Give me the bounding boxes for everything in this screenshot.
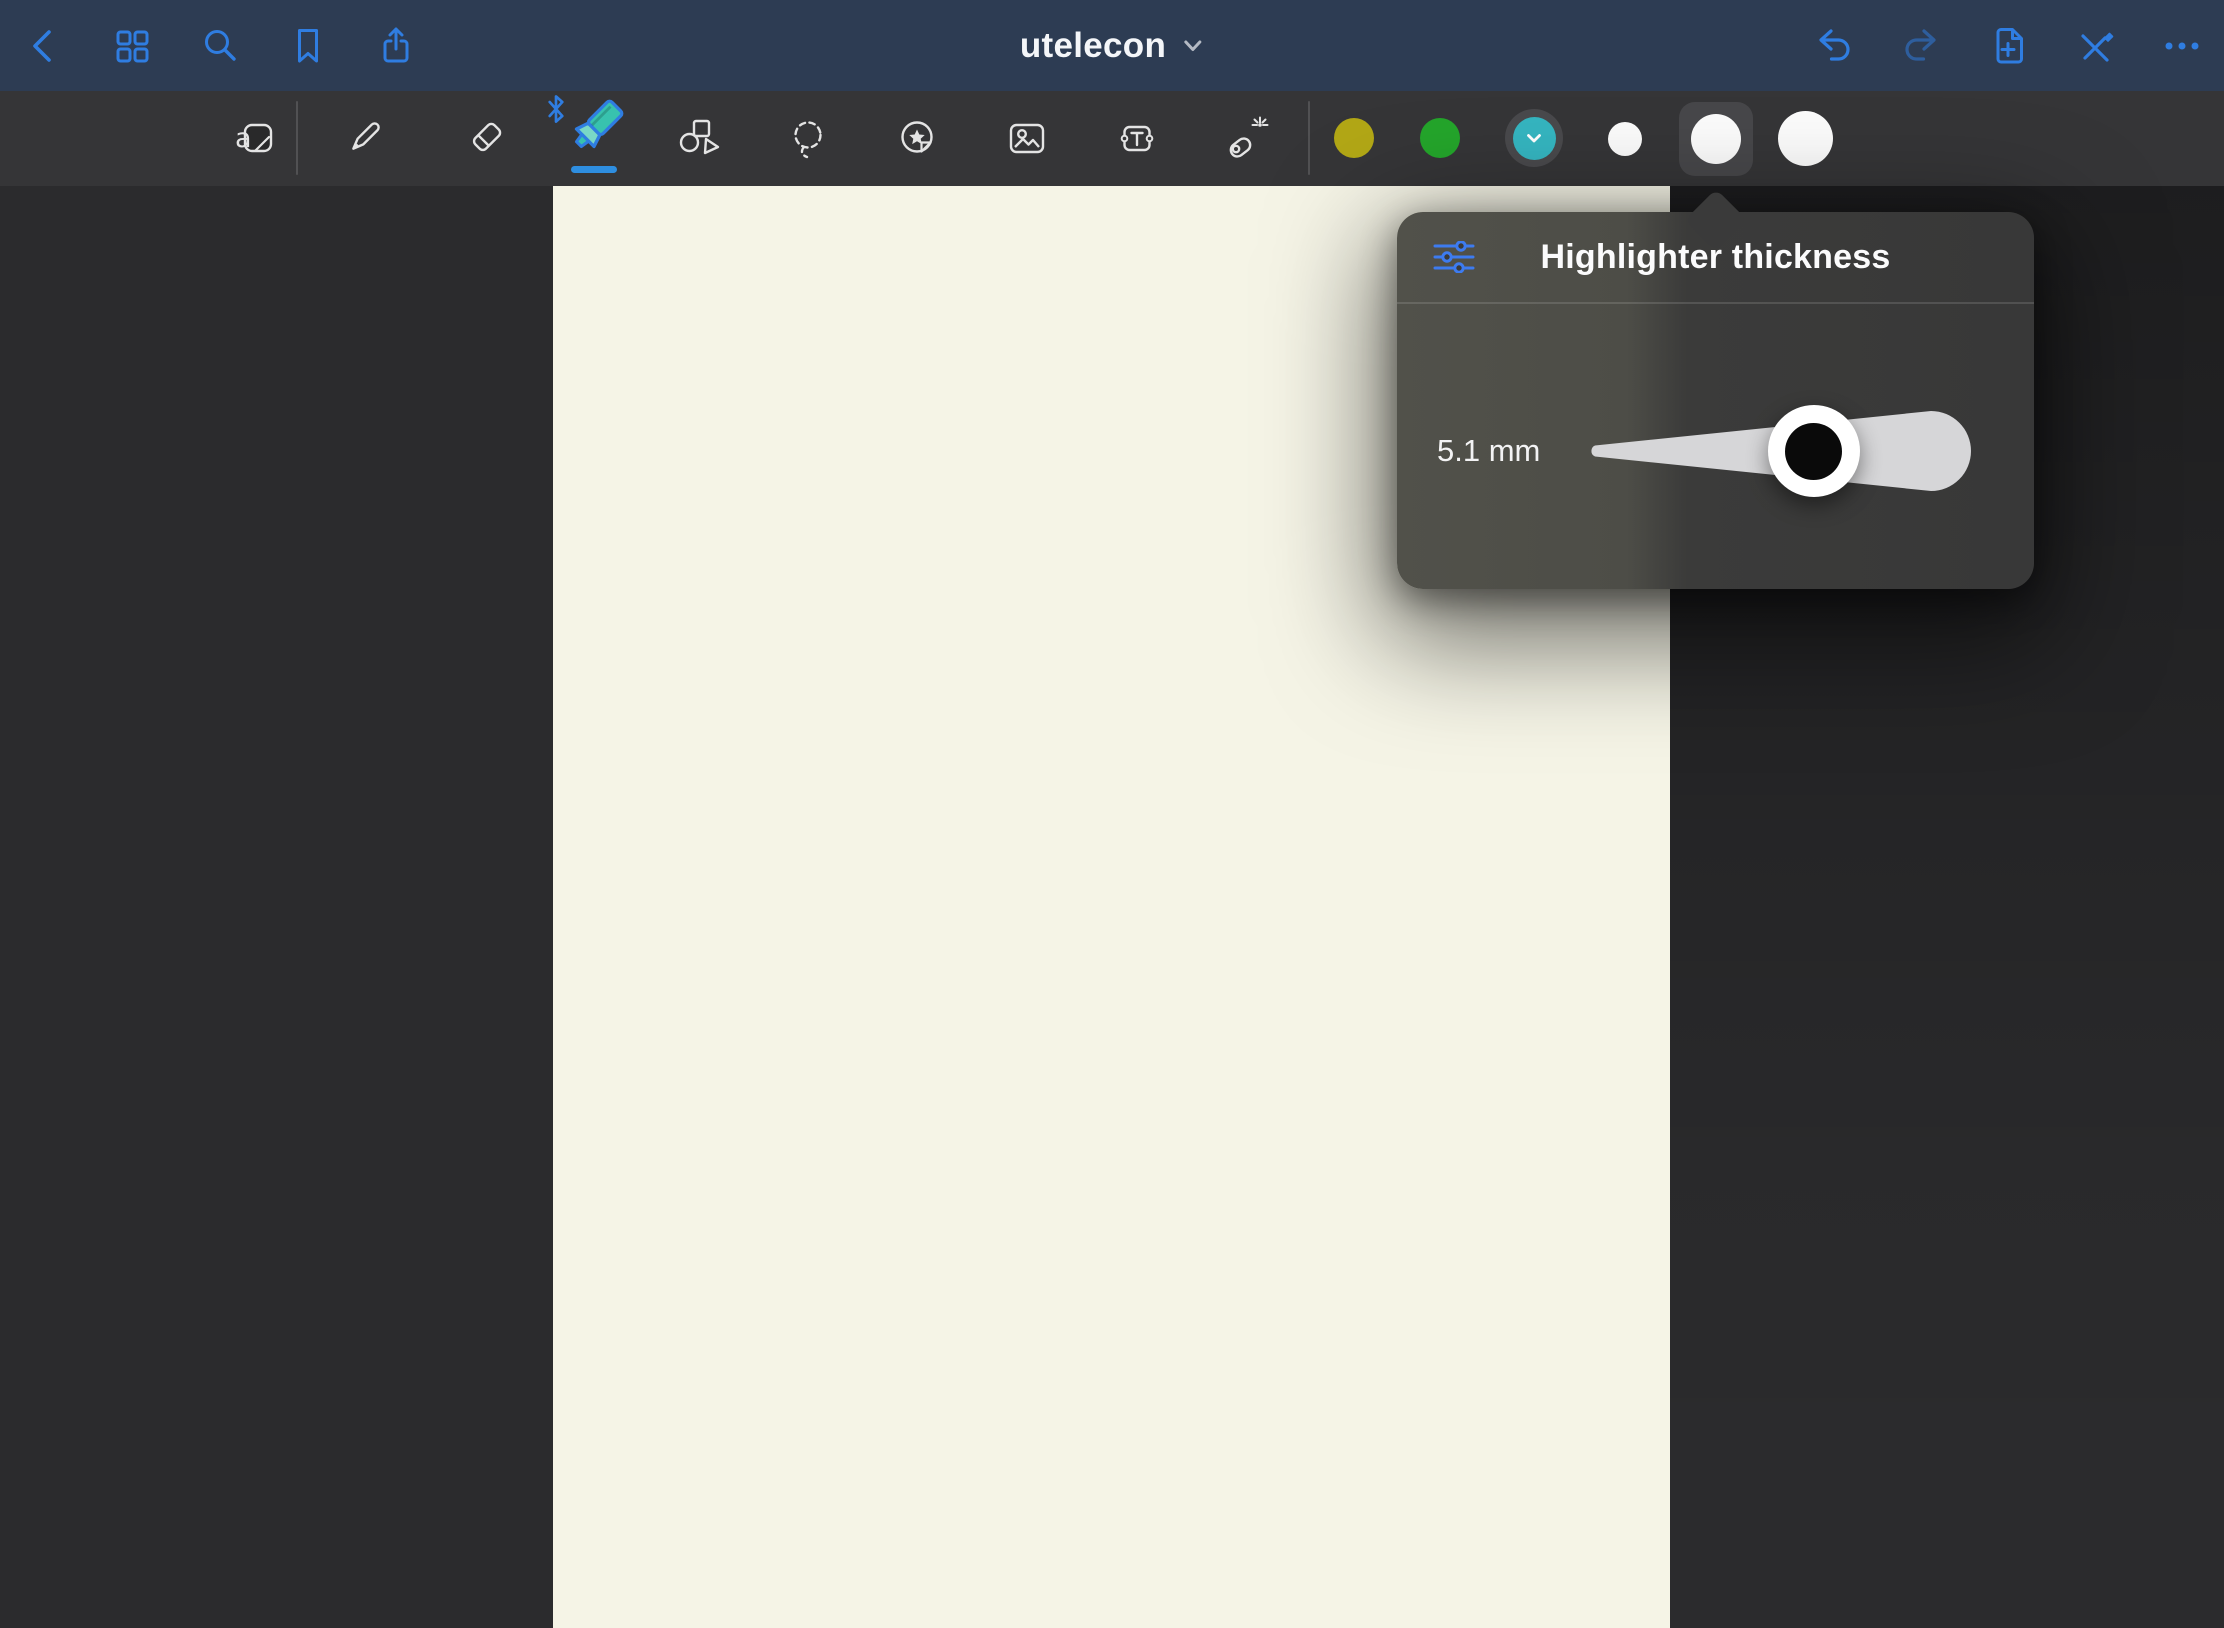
- app-screen: utelecon: [0, 0, 2224, 1628]
- thickness-value-label: 5.1 mm: [1437, 433, 1540, 469]
- tool-laser-pointer[interactable]: [1223, 114, 1271, 162]
- bookmark-button[interactable]: [286, 24, 330, 68]
- thickness-small[interactable]: [1608, 122, 1642, 156]
- tool-image[interactable]: [1003, 114, 1051, 162]
- bookmark-icon: [286, 24, 330, 68]
- drawing-toolbar: a: [0, 91, 2224, 186]
- color-swatch-teal-fill: [1513, 117, 1556, 160]
- chevron-down-icon: [1182, 39, 1204, 53]
- thickness-medium-dot: [1691, 114, 1741, 164]
- share-icon: [374, 24, 418, 68]
- slider-thumb-core: [1785, 423, 1842, 480]
- stylus-cross-icon: [2073, 24, 2117, 68]
- pen-icon: [340, 114, 388, 162]
- svg-text:a: a: [235, 123, 252, 154]
- image-icon: [1003, 114, 1051, 162]
- search-button[interactable]: [198, 24, 242, 68]
- color-swatch-teal-selected[interactable]: [1505, 109, 1563, 167]
- topbar-right-group: [1812, 0, 2204, 91]
- slider-thumb[interactable]: [1768, 405, 1860, 497]
- tool-pen[interactable]: [340, 114, 388, 162]
- laser-pointer-icon: [1223, 114, 1271, 162]
- color-swatch-green[interactable]: [1420, 118, 1460, 158]
- highlighter-thickness-popover: Highlighter thickness 5.1 mm: [1397, 212, 2034, 589]
- toolbar-divider: [296, 101, 298, 175]
- more-button[interactable]: [2160, 24, 2204, 68]
- redo-button[interactable]: [1899, 24, 1943, 68]
- topbar-left-group: [22, 0, 418, 91]
- undo-icon: [1812, 24, 1856, 68]
- color-swatch-olive[interactable]: [1334, 118, 1374, 158]
- sticker-star-icon: [893, 114, 941, 162]
- add-page-button[interactable]: [1986, 24, 2030, 68]
- redo-icon: [1899, 24, 1943, 68]
- tool-text[interactable]: [1113, 114, 1161, 162]
- top-navigation-bar: utelecon: [0, 0, 2224, 91]
- thickness-large[interactable]: [1778, 111, 1833, 166]
- page-overview-button[interactable]: [110, 24, 154, 68]
- add-page-icon: [1986, 24, 2030, 68]
- thickness-medium-selected[interactable]: [1679, 102, 1753, 176]
- thickness-slider[interactable]: [1591, 405, 1975, 497]
- edit-mode-icon: a: [232, 114, 280, 162]
- eraser-icon: [462, 114, 510, 162]
- shapes-icon: [675, 114, 723, 162]
- popover-header: Highlighter thickness: [1397, 212, 2034, 302]
- stylus-toggle-button[interactable]: [2073, 24, 2117, 68]
- text-icon: [1113, 114, 1161, 162]
- document-title-menu[interactable]: utelecon: [1020, 0, 1204, 91]
- popover-title: Highlighter thickness: [1397, 238, 2034, 277]
- tool-lasso[interactable]: [784, 114, 832, 162]
- document-title: utelecon: [1020, 26, 1166, 66]
- tool-shapes[interactable]: [675, 114, 723, 162]
- tool-highlighter[interactable]: [545, 93, 629, 177]
- grid-icon: [110, 24, 154, 68]
- search-icon: [198, 24, 242, 68]
- tool-stickers[interactable]: [893, 114, 941, 162]
- chevron-left-icon: [22, 24, 66, 68]
- tool-eraser[interactable]: [462, 114, 510, 162]
- chevron-down-icon: [1525, 133, 1543, 144]
- highlighter-icon: [561, 93, 627, 165]
- back-button[interactable]: [22, 24, 66, 68]
- highlighter-stroke-preview: [571, 166, 617, 173]
- canvas-area: Highlighter thickness 5.1 mm: [0, 186, 2224, 1628]
- share-button[interactable]: [374, 24, 418, 68]
- tool-edit-mode[interactable]: a: [232, 114, 280, 162]
- lasso-icon: [784, 114, 832, 162]
- undo-button[interactable]: [1812, 24, 1856, 68]
- popover-divider: [1397, 302, 2034, 304]
- ellipsis-icon: [2160, 24, 2204, 68]
- toolbar-divider-2: [1308, 101, 1310, 175]
